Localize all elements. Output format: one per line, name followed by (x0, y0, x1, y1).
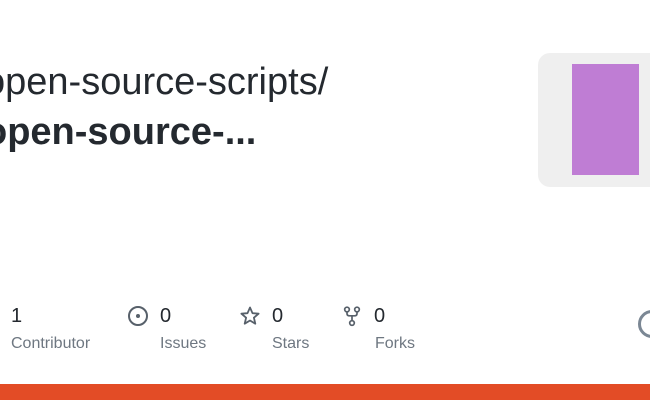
issue-circle-icon (127, 305, 149, 327)
stat-contributors: 1 Contributor (11, 304, 90, 364)
repo-name: open-source-... (0, 111, 257, 153)
fork-icon (341, 305, 363, 327)
repo-owner-path: open-source-scripts/ (0, 61, 329, 103)
repo-preview-image (538, 53, 650, 187)
stat-forks: 0 Forks (341, 304, 415, 364)
stat-issues: 0 Issues (127, 304, 206, 364)
stars-count: 0 (272, 305, 284, 327)
issues-count: 0 (160, 305, 172, 327)
forks-label: Forks (375, 335, 415, 352)
repo-title: open-source-scripts/ open-source-... (0, 56, 504, 156)
stat-stars: 0 Stars (239, 304, 309, 364)
language-bar (0, 384, 650, 400)
star-icon (239, 305, 261, 327)
preview-avatar-block (572, 64, 639, 175)
issues-label: Issues (160, 335, 207, 352)
repo-stats: 1 Contributor 0 Issues 0 Stars 0 Forks (0, 304, 650, 364)
stars-label: Stars (272, 335, 310, 352)
forks-count: 0 (374, 305, 386, 327)
contributors-label: Contributor (11, 335, 91, 352)
contributors-count: 1 (11, 305, 23, 327)
